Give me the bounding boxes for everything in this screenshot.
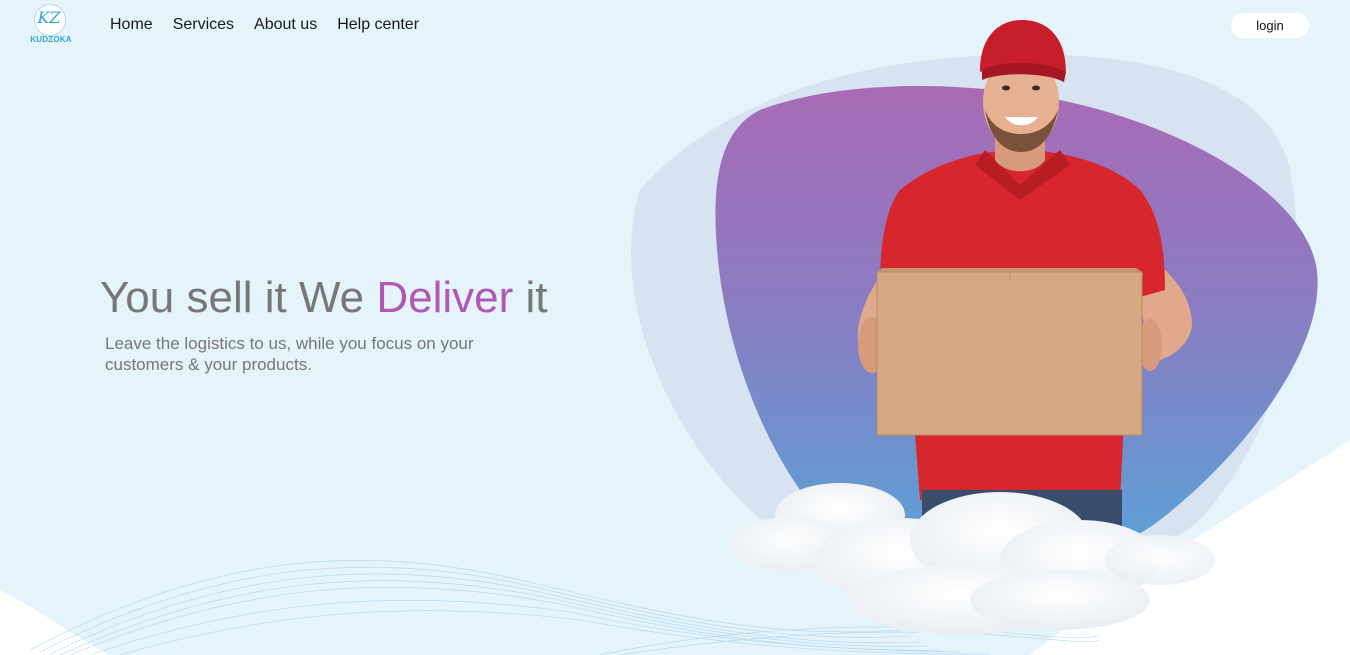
nav-home[interactable]: Home [110,15,153,35]
hero-subtitle: Leave the logistics to us, while you foc… [105,334,474,374]
logo-monogram: KZ [37,8,61,27]
brand-logo[interactable]: KZ KUDZOKA [30,4,72,46]
landing-page: KZ KUDZOKA Home Services About us Help c… [0,0,1350,655]
hero-title-accent: Deliver [376,273,514,322]
hero-title-part2: it [513,273,548,322]
hero-title-part1: You sell it We [100,273,377,322]
nav-about-us[interactable]: About us [254,15,317,35]
nav-help-center[interactable]: Help center [337,15,419,35]
hero-background-art [0,20,1350,655]
main-nav: Home Services About us Help center [110,15,419,35]
login-button[interactable]: login [1231,13,1309,38]
logo-wordmark: KUDZOKA [30,35,72,44]
hero-title: You sell it We Deliver it [100,272,548,324]
nav-services[interactable]: Services [173,15,234,35]
